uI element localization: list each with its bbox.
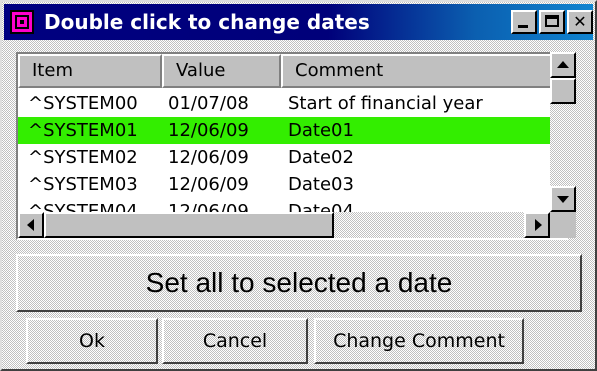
horizontal-scrollbar[interactable] (18, 212, 550, 238)
window-title: Double click to change dates (44, 10, 370, 34)
dialog-window: Double click to change dates Item Value … (0, 0, 597, 371)
list-row[interactable]: ^SYSTEM00 01/07/08 Start of financial ye… (18, 90, 550, 117)
app-icon[interactable] (10, 10, 34, 34)
row-value: 01/07/08 (168, 93, 249, 114)
vertical-scroll-thumb[interactable] (550, 78, 576, 104)
down-arrow-icon (557, 196, 569, 203)
row-item: ^SYSTEM02 (28, 147, 138, 168)
column-header-value[interactable]: Value (162, 54, 281, 88)
list-row-selected[interactable]: ^SYSTEM01 12/06/09 Date01 (18, 117, 550, 144)
list-row[interactable]: ^SYSTEM02 12/06/09 Date02 (18, 144, 550, 171)
minimize-icon[interactable] (511, 10, 537, 34)
horizontal-scroll-thumb[interactable] (44, 212, 334, 238)
row-value: 12/06/09 (168, 147, 249, 168)
scroll-up-button[interactable] (550, 52, 576, 78)
title-bar[interactable]: Double click to change dates (4, 4, 593, 40)
scroll-left-button[interactable] (18, 212, 44, 238)
list-row[interactable]: ^SYSTEM03 12/06/09 Date03 (18, 171, 550, 198)
set-all-button[interactable]: Set all to selected a date (16, 254, 582, 312)
left-arrow-icon (27, 219, 34, 231)
row-comment: Date02 (288, 147, 354, 168)
close-icon[interactable] (567, 10, 593, 34)
vertical-scrollbar[interactable] (550, 52, 576, 212)
list-header: Item Value Comment (18, 54, 566, 88)
scroll-right-button[interactable] (524, 212, 550, 238)
ok-button[interactable]: Ok (26, 318, 158, 364)
row-comment: Date03 (288, 174, 354, 195)
row-comment: Start of financial year (288, 93, 483, 114)
row-value: 12/06/09 (168, 174, 249, 195)
column-header-comment[interactable]: Comment (281, 54, 566, 88)
maximize-icon[interactable] (539, 10, 565, 34)
scrollbar-corner (550, 212, 576, 238)
row-item: ^SYSTEM03 (28, 174, 138, 195)
change-comment-button[interactable]: Change Comment (314, 318, 524, 364)
up-arrow-icon (557, 61, 569, 68)
column-header-item[interactable]: Item (18, 54, 162, 88)
row-item: ^SYSTEM01 (28, 120, 138, 141)
row-value: 12/06/09 (168, 120, 249, 141)
row-item: ^SYSTEM00 (28, 93, 138, 114)
scroll-down-button[interactable] (550, 186, 576, 212)
cancel-button[interactable]: Cancel (162, 318, 308, 364)
row-comment: Date01 (288, 120, 354, 141)
right-arrow-icon (535, 219, 542, 231)
